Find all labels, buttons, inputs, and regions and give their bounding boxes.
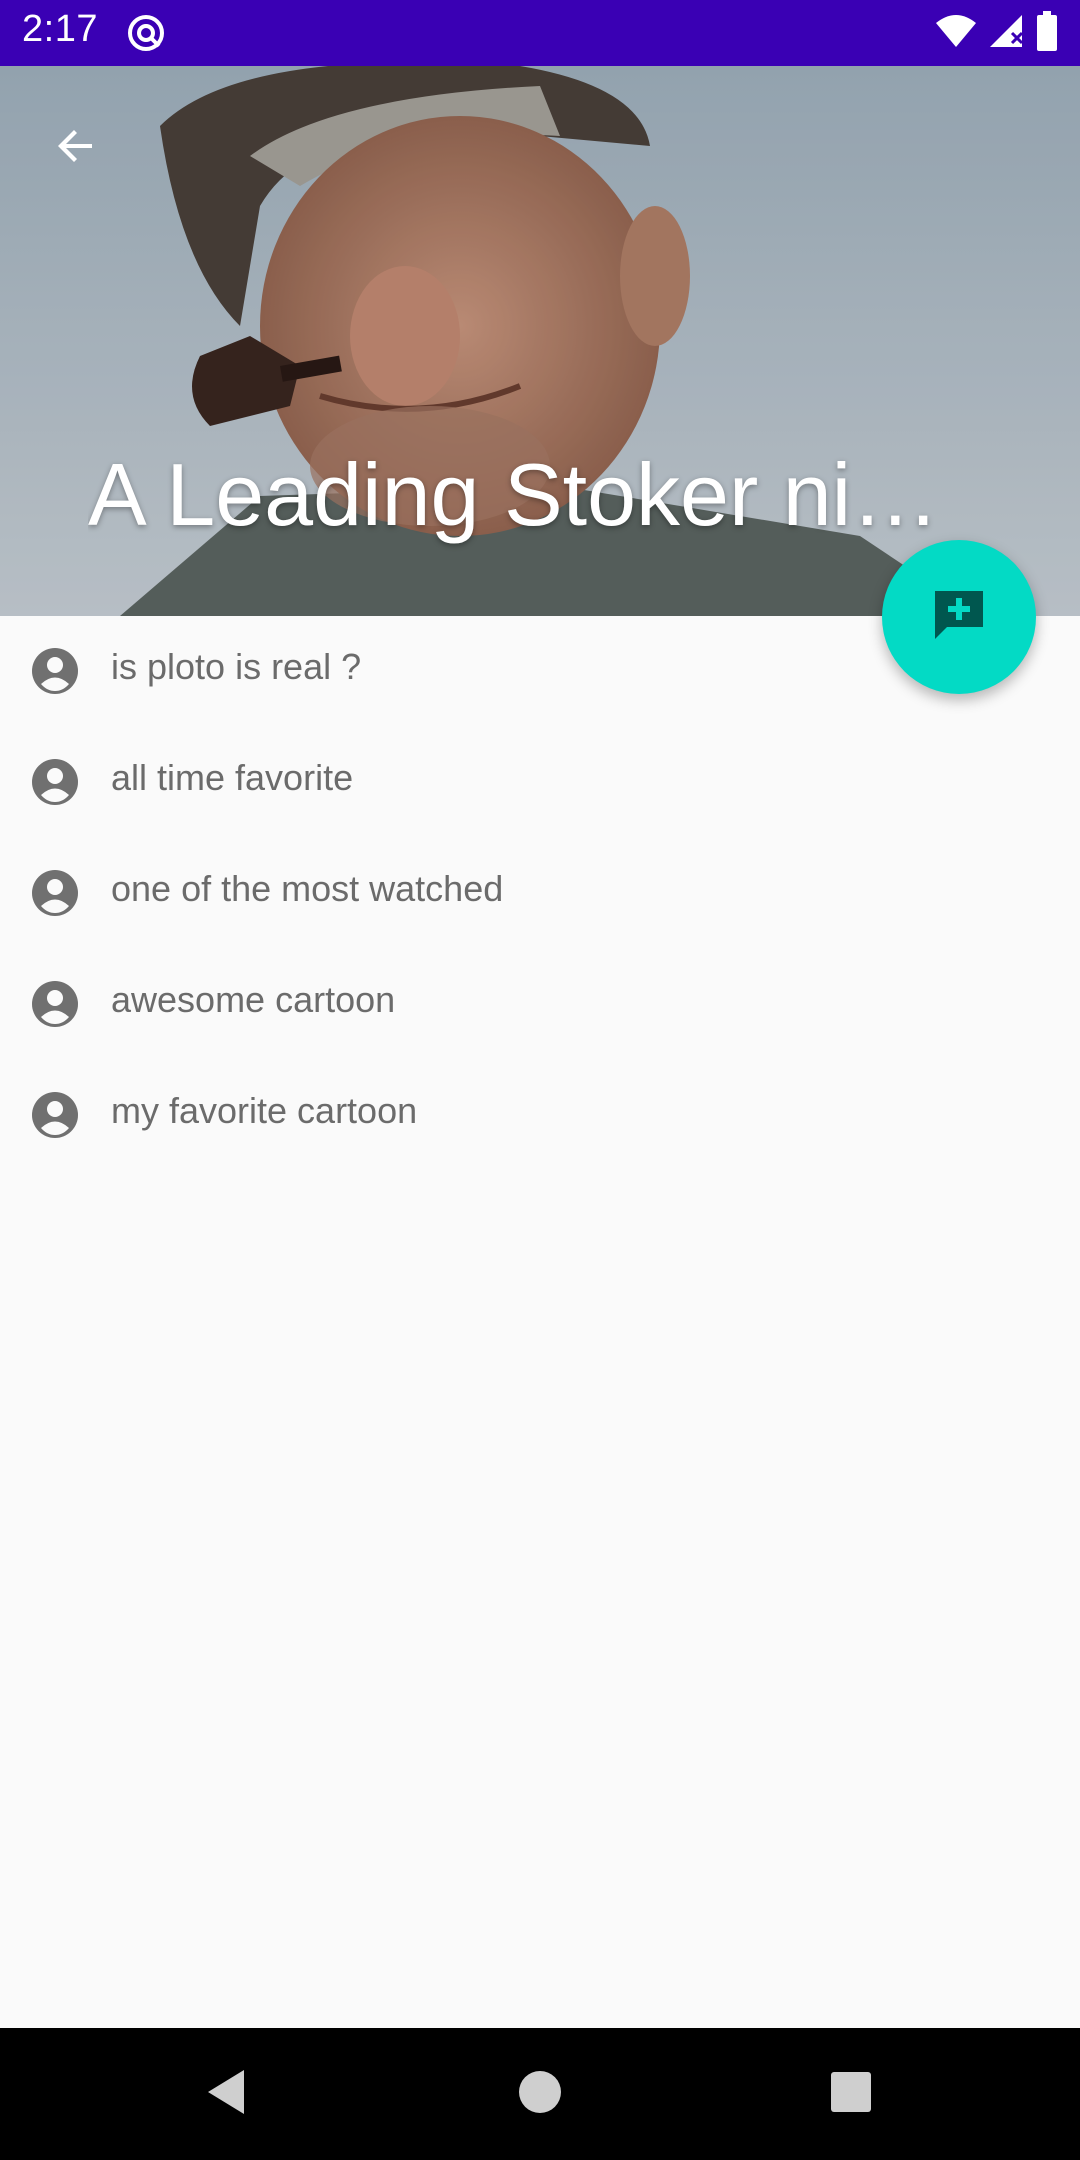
status-icons [934, 10, 1058, 56]
back-button[interactable] [40, 112, 112, 184]
comment-text: my favorite cartoon [111, 1090, 418, 1131]
comment-text: all time favorite [111, 757, 354, 798]
status-time: 2:17 [22, 8, 98, 50]
list-item[interactable]: awesome cartoon [0, 949, 1080, 1060]
nav-recents-button[interactable] [821, 2064, 881, 2124]
status-bar: 2:17 [0, 0, 1080, 66]
account-circle-icon [31, 1091, 79, 1139]
comment-text: awesome cartoon [111, 979, 396, 1020]
comment-text: one of the most watched [111, 868, 504, 909]
comment-list: is ploto is real ? all time favorite one… [0, 616, 1080, 1171]
battery-icon [1036, 10, 1058, 56]
collapsing-header: A Leading Stoker ni… [0, 66, 1080, 616]
nav-home-button[interactable] [510, 2064, 570, 2124]
back-triangle-icon [204, 2068, 248, 2121]
signal-icon [988, 13, 1026, 54]
list-item[interactable]: one of the most watched [0, 838, 1080, 949]
wifi-icon [934, 13, 978, 54]
comment-text: is ploto is real ? [111, 646, 362, 687]
list-item[interactable]: is ploto is real ? [0, 616, 1080, 727]
page-title: A Leading Stoker ni… [88, 445, 940, 544]
arrow-back-icon [52, 122, 100, 175]
system-nav-bar [0, 2028, 1080, 2160]
account-circle-icon [31, 980, 79, 1028]
app-notification-icon [126, 13, 166, 53]
home-circle-icon [518, 2070, 562, 2119]
nav-back-button[interactable] [196, 2064, 256, 2124]
account-circle-icon [31, 758, 79, 806]
account-circle-icon [31, 869, 79, 917]
list-item[interactable]: all time favorite [0, 727, 1080, 838]
list-item[interactable]: my favorite cartoon [0, 1060, 1080, 1171]
account-circle-icon [31, 647, 79, 695]
recents-square-icon [830, 2071, 872, 2118]
